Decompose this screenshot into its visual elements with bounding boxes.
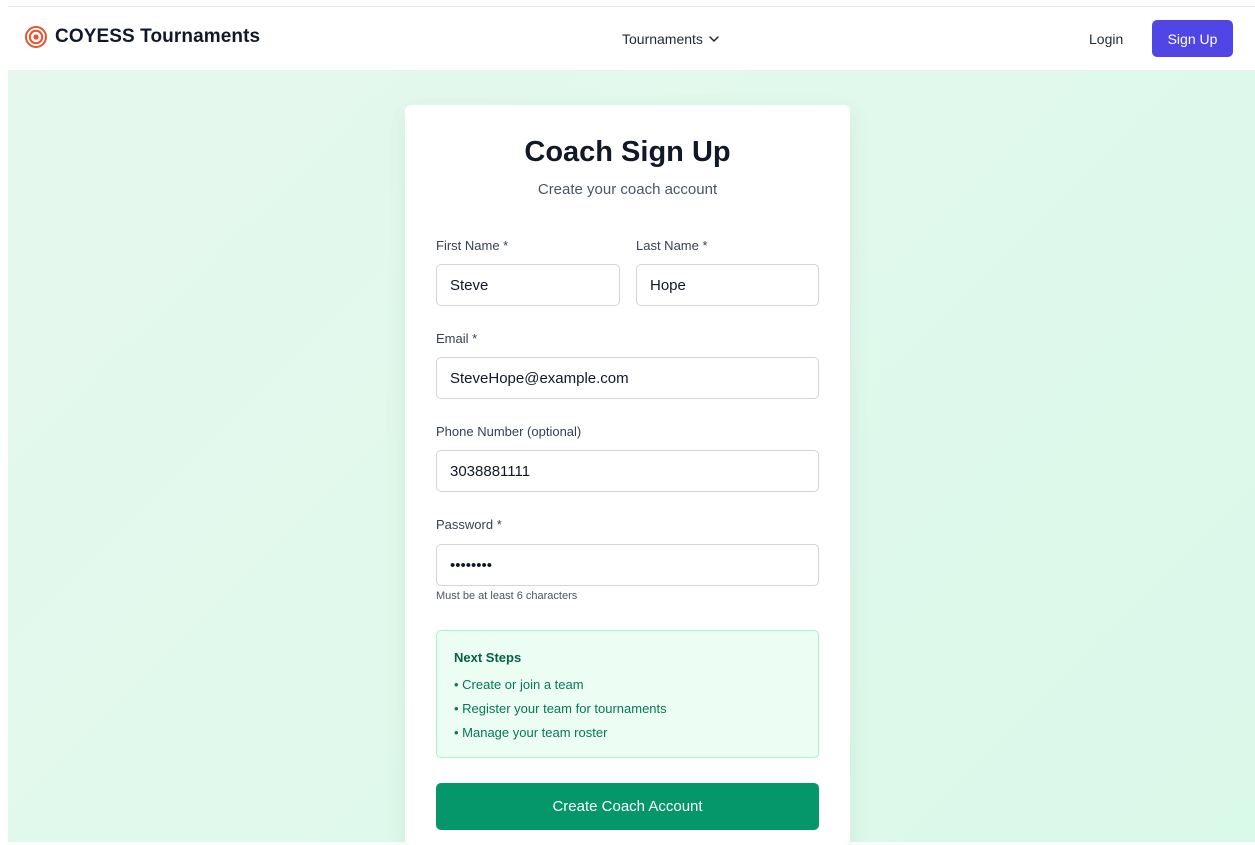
login-link[interactable]: Login: [1089, 31, 1123, 47]
password-label: Password *: [436, 517, 502, 532]
next-step-item: • Create or join a team: [454, 677, 584, 692]
page-title: Coach Sign Up: [524, 136, 731, 168]
next-step-item: • Manage your team roster: [454, 725, 608, 740]
next-steps-box: Next Steps • Create or join a team • Reg…: [436, 630, 819, 758]
target-icon: [25, 26, 47, 48]
email-label: Email *: [436, 331, 478, 346]
next-steps-title: Next Steps: [454, 650, 522, 665]
sign-up-button[interactable]: Sign Up: [1152, 20, 1233, 57]
phone-label: Phone Number (optional): [436, 424, 582, 439]
last-name-input[interactable]: [636, 264, 819, 306]
brand-name: COYESS Tournaments: [55, 26, 261, 47]
last-name-label: Last Name *: [636, 238, 708, 253]
coach-signup-card: Coach Sign Up Create your coach account …: [405, 105, 850, 845]
first-name-label: First Name *: [436, 238, 509, 253]
create-coach-account-button[interactable]: Create Coach Account: [436, 783, 819, 830]
tournaments-dropdown[interactable]: Tournaments: [622, 31, 720, 47]
page-subtitle: Create your coach account: [537, 181, 718, 198]
email-input[interactable]: [436, 357, 819, 399]
tournaments-label: Tournaments: [622, 31, 703, 47]
top-navbar: COYESS Tournaments Tournaments Login Sig…: [8, 7, 1255, 71]
next-step-item: • Register your team for tournaments: [454, 701, 667, 716]
next-steps-list: • Create or join a team • Register your …: [454, 676, 667, 748]
phone-input[interactable]: [436, 450, 819, 492]
password-input[interactable]: [436, 544, 819, 586]
chevron-down-icon: [709, 36, 719, 42]
first-name-input[interactable]: [436, 264, 620, 306]
brand-link[interactable]: COYESS Tournaments: [25, 26, 260, 48]
page-background: COYESS Tournaments Tournaments Login Sig…: [8, 6, 1255, 845]
password-hint: Must be at least 6 characters: [436, 590, 578, 602]
